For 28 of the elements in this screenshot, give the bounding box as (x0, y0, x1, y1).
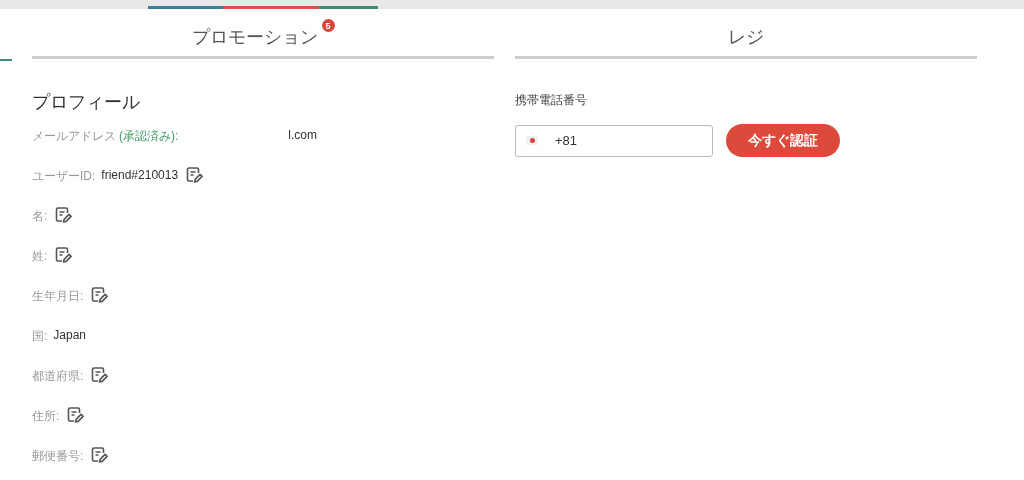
section-tab-label[interactable]: プロモーション (191, 25, 318, 49)
field-label: 国: (32, 328, 48, 345)
edit-icon[interactable] (90, 446, 109, 464)
field-label: 名: (32, 208, 48, 225)
field-label: メールアドレス (32, 128, 116, 145)
verified-status: (承認済み): (119, 128, 179, 145)
edit-icon[interactable] (90, 286, 109, 304)
field-label: 生年月日: (32, 288, 84, 305)
field-value: l.com (288, 128, 317, 142)
verify-now-button[interactable]: 今すぐ認証 (726, 124, 840, 157)
field-label: 姓: (32, 248, 48, 265)
field-label: 郵便番号: (32, 448, 84, 465)
edit-icon[interactable] (66, 406, 85, 424)
japan-flag-icon (526, 136, 538, 145)
edit-icon[interactable] (185, 166, 204, 184)
profile-heading: プロフィール (32, 91, 141, 114)
field-label: ユーザーID: (32, 168, 96, 185)
field-label: 携帯電話番号 (515, 92, 588, 109)
edit-icon[interactable] (54, 246, 73, 264)
notification-badge: 5 (321, 19, 335, 32)
field-value: friend#210013 (101, 168, 179, 182)
edit-icon[interactable] (54, 206, 73, 224)
section-tab-label[interactable]: レジ (728, 25, 764, 49)
phone-input-field[interactable]: +81 (515, 124, 713, 157)
field-label: 都道府県: (32, 368, 84, 385)
edit-icon[interactable] (90, 366, 109, 384)
field-value: Japan (53, 328, 87, 342)
field-label: 住所: (32, 408, 60, 425)
